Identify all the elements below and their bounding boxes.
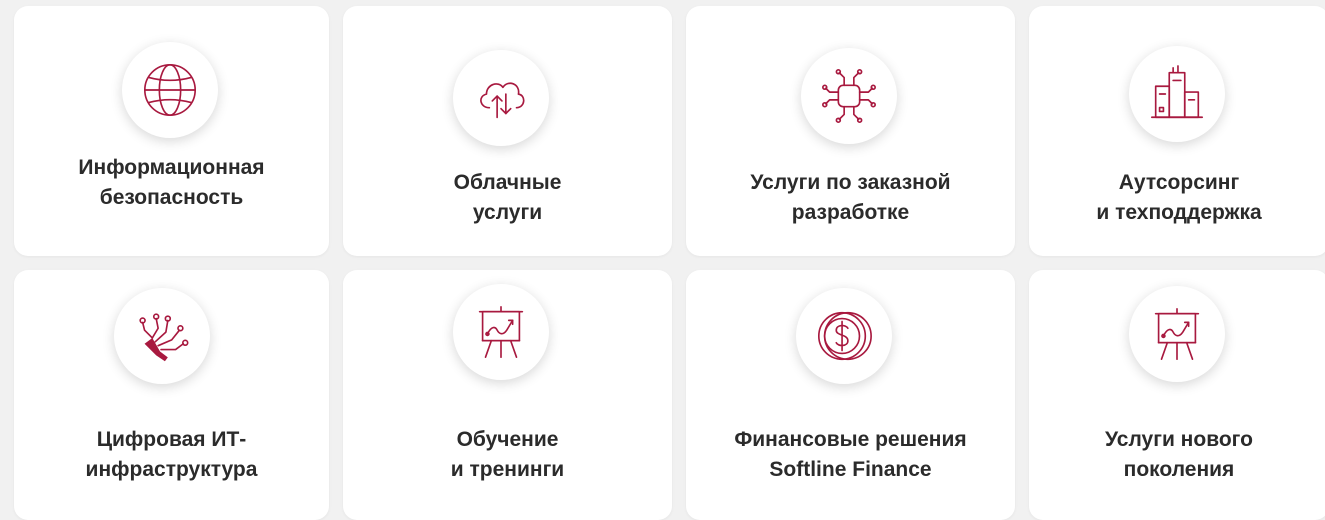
service-card-digital-infrastructure[interactable]: Цифровая ИТ- инфраструктура	[14, 270, 329, 520]
circuit-branches-icon	[139, 313, 189, 362]
card-label: Обучение и тренинги	[450, 428, 565, 481]
card-label: Облачные услуги	[453, 171, 562, 224]
card-label: Цифровая ИТ- инфраструктура	[85, 428, 258, 481]
icon-badge	[122, 42, 218, 138]
service-card-cloud-services[interactable]: Облачные услуги	[343, 6, 672, 256]
presentation-board-icon	[478, 305, 524, 359]
icon-badge	[453, 50, 549, 146]
cloud-sync-icon	[480, 82, 525, 119]
icon-badge	[796, 288, 892, 384]
globe-icon	[143, 63, 197, 117]
card-label: Услуги нового поколения	[1105, 428, 1253, 481]
service-card-custom-development[interactable]: Услуги по заказной разработке	[686, 6, 1015, 256]
service-card-training[interactable]: Обучение и тренинги	[343, 270, 672, 520]
card-label: Информационная безопасность	[78, 156, 265, 209]
icon-badge	[114, 288, 210, 384]
icon-badge	[801, 48, 897, 144]
coin-dollar-icon	[817, 311, 872, 361]
icon-badge	[1129, 46, 1225, 142]
city-buildings-icon	[1150, 65, 1204, 119]
card-label: Аутсорсинг и техподдержка	[1096, 171, 1262, 224]
card-label: Услуги по заказной разработке	[750, 171, 951, 224]
service-card-softline-finance[interactable]: Финансовые решения Softline Finance	[686, 270, 1015, 520]
icon-badge	[453, 284, 549, 380]
service-card-information-security[interactable]: Информационная безопасность	[14, 6, 329, 256]
chip-circuit-icon	[822, 69, 876, 123]
icon-badge	[1129, 286, 1225, 382]
service-card-next-gen-services[interactable]: Услуги нового поколения	[1029, 270, 1325, 520]
card-label: Финансовые решения Softline Finance	[734, 428, 967, 481]
presentation-board-icon	[1154, 307, 1200, 361]
service-card-outsourcing-support[interactable]: Аутсорсинг и техподдержка	[1029, 6, 1325, 256]
